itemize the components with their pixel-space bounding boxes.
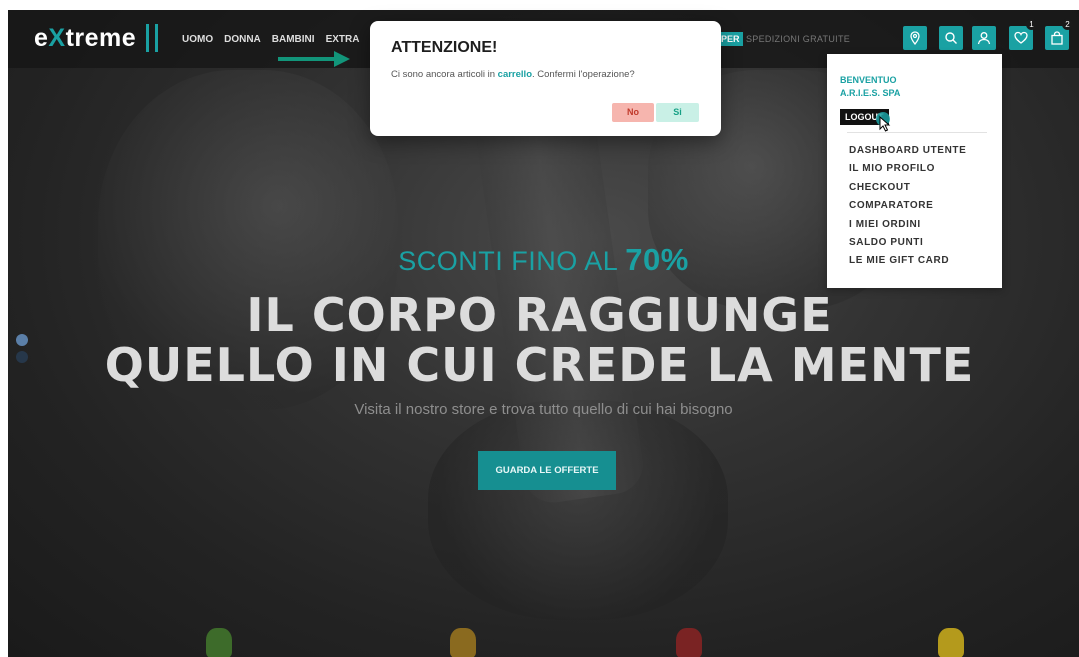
hero-headline-line1: IL CORPO RAGGIUNGE: [246, 288, 833, 342]
site-logo[interactable]: eXtreme: [34, 24, 136, 53]
confirm-button[interactable]: Si: [656, 103, 699, 122]
search-icon: [945, 32, 957, 44]
hero-description: Visita il nostro store e trova tutto que…: [354, 401, 733, 418]
nav-item-bambini[interactable]: BAMBINI: [272, 34, 315, 45]
account-button[interactable]: [972, 26, 996, 50]
hero-subtitle-text: SCONTI FINO AL: [398, 246, 626, 276]
cart-button[interactable]: 2: [1045, 19, 1073, 50]
dashboard-link[interactable]: DASHBOARD UTENTE: [849, 142, 966, 160]
dialog-message-text: Ci sono ancora articoli in: [391, 69, 498, 80]
athlete-figure: [676, 628, 702, 657]
welcome-message: BENVENTUO A.R.I.E.S. SPA: [840, 74, 900, 100]
welcome-label: BENVENTUO: [840, 75, 897, 85]
map-pin-icon: [910, 31, 920, 45]
checkout-link[interactable]: CHECKOUT: [849, 179, 966, 197]
points-balance-link[interactable]: SALDO PUNTI: [849, 234, 966, 252]
heart-icon: [1014, 31, 1028, 44]
main-menu: UOMO DONNA BAMBINI EXTRA: [182, 34, 359, 45]
promo-text: SPEDIZIONI GRATUITE: [746, 34, 851, 44]
nav-item-donna[interactable]: DONNA: [224, 34, 261, 45]
arrow-right-icon: [278, 51, 350, 67]
logo-bars: [146, 24, 158, 52]
orders-link[interactable]: I MIEI ORDINI: [849, 216, 966, 234]
dialog-message: Ci sono ancora articoli in carrello. Con…: [391, 69, 635, 80]
store-locator-button[interactable]: [903, 26, 927, 50]
logo-text: treme: [65, 24, 137, 52]
hero-discount-value: 70%: [625, 242, 689, 277]
athlete-figure: [206, 628, 232, 657]
search-button[interactable]: [939, 26, 963, 50]
comparator-link[interactable]: COMPARATORE: [849, 197, 966, 215]
mouse-pointer-icon: [879, 116, 891, 132]
nav-item-extra[interactable]: EXTRA: [326, 34, 360, 45]
logo-text-accent: X: [48, 24, 66, 52]
hero-headline-line2: QUELLO IN CUI CREDE LA MENTE: [104, 338, 975, 392]
cart-highlight: carrello: [497, 69, 532, 80]
account-links: DASHBOARD UTENTE IL MIO PROFILO CHECKOUT…: [849, 142, 966, 271]
user-icon: [977, 32, 991, 45]
cart-count-badge: 2: [1062, 19, 1073, 30]
view-offers-button[interactable]: GUARDA LE OFFERTE: [478, 451, 616, 490]
promo-badge: PER: [718, 32, 743, 46]
logo-text: e: [34, 24, 49, 52]
dropdown-divider: [847, 132, 987, 133]
dialog-message-text: . Confermi l'operazione?: [532, 69, 635, 80]
nav-item-uomo[interactable]: UOMO: [182, 34, 213, 45]
athlete-figure: [938, 628, 964, 657]
wishlist-button[interactable]: 1: [1009, 19, 1037, 50]
confirm-dialog: ATTENZIONE! Ci sono ancora articoli in c…: [370, 21, 721, 136]
profile-link[interactable]: IL MIO PROFILO: [849, 160, 966, 178]
user-account-dropdown: BENVENTUO A.R.I.E.S. SPA LOGOUT DASHBOAR…: [827, 54, 1002, 288]
cancel-button[interactable]: No: [612, 103, 654, 122]
shopping-bag-icon: [1051, 31, 1063, 45]
wishlist-count-badge: 1: [1026, 19, 1037, 30]
company-name: A.R.I.E.S. SPA: [840, 88, 901, 98]
dialog-title: ATTENZIONE!: [391, 39, 498, 56]
gift-cards-link[interactable]: LE MIE GIFT CARD: [849, 252, 966, 270]
athlete-figure: [450, 628, 476, 657]
